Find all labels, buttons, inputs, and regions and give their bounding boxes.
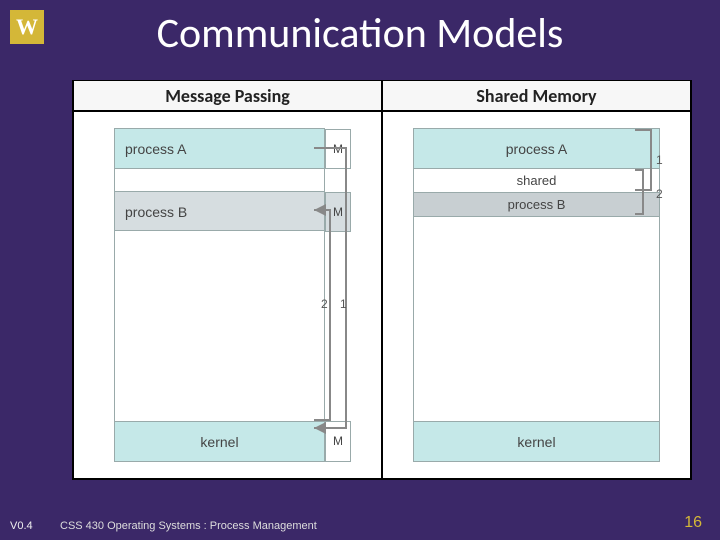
mp-arrow-1-label: 1 [340, 297, 347, 311]
table-header: Message Passing Shared Memory [73, 80, 691, 112]
header-shared-memory: Shared Memory [382, 80, 691, 112]
cell-message-passing: process A M process B M kernel M [73, 112, 382, 479]
mp-arrows: 1 2 [114, 128, 351, 462]
cell-shared-memory: process A shared process B kernel [382, 112, 691, 479]
table-body: process A M process B M kernel M [73, 112, 691, 479]
sm-brackets: 1 2 [413, 128, 660, 462]
slide-title: Communication Models [0, 8, 720, 59]
models-table: Message Passing Shared Memory process A … [72, 80, 692, 480]
sm-bracket-1-label: 1 [656, 153, 663, 167]
footer-text: CSS 430 Operating Systems : Process Mana… [60, 520, 317, 532]
page-number: 16 [684, 514, 702, 532]
mp-arrow-2-label: 2 [321, 297, 328, 311]
message-passing-diagram: process A M process B M kernel M [114, 128, 351, 462]
version-label: V0.4 [10, 520, 33, 532]
header-message-passing: Message Passing [73, 80, 382, 112]
shared-memory-diagram: process A shared process B kernel [413, 128, 660, 462]
sm-bracket-2-label: 2 [656, 187, 663, 201]
